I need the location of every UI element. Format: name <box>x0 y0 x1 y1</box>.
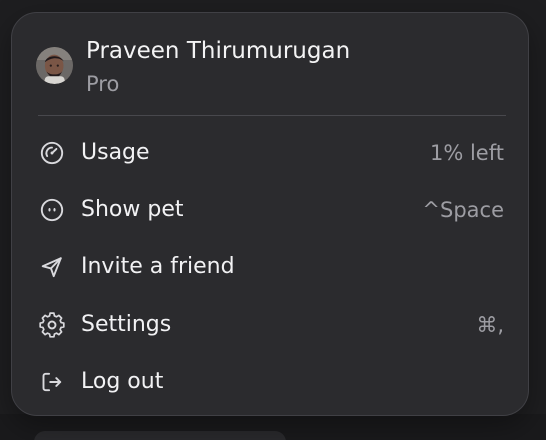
account-menu: Praveen Thirumurugan Pro Usage 1% left S… <box>11 12 529 416</box>
keyboard-shortcut: ⌘, <box>476 313 504 337</box>
menu-item-log-out[interactable]: Log out <box>26 358 514 406</box>
keyboard-shortcut: ^Space <box>422 198 504 222</box>
speedometer-icon <box>39 140 65 166</box>
profile-plan: Pro <box>86 72 120 96</box>
menu-item-label: Show pet <box>81 197 184 222</box>
avatar <box>36 47 73 84</box>
paper-plane-icon <box>39 254 65 280</box>
log-out-icon <box>39 369 65 395</box>
menu-item-label: Usage <box>81 140 150 165</box>
menu-item-usage[interactable]: Usage 1% left <box>26 129 514 177</box>
menu-item-settings[interactable]: Settings ⌘, <box>26 301 514 349</box>
menu-divider <box>38 115 506 116</box>
menu-item-label: Settings <box>81 312 172 337</box>
menu-item-label: Log out <box>81 369 164 394</box>
gear-icon <box>39 312 65 338</box>
menu-item-invite-friend[interactable]: Invite a friend <box>26 243 514 291</box>
profile-header: Praveen Thirumurugan Pro <box>36 35 506 103</box>
pet-icon <box>39 197 65 223</box>
background-control <box>34 431 286 440</box>
usage-remaining: 1% left <box>429 141 504 165</box>
profile-name: Praveen Thirumurugan <box>86 38 351 64</box>
app-stage: Praveen Thirumurugan Pro Usage 1% left S… <box>0 0 546 440</box>
menu-item-show-pet[interactable]: Show pet ^Space <box>26 186 514 234</box>
menu-item-label: Invite a friend <box>81 254 235 279</box>
